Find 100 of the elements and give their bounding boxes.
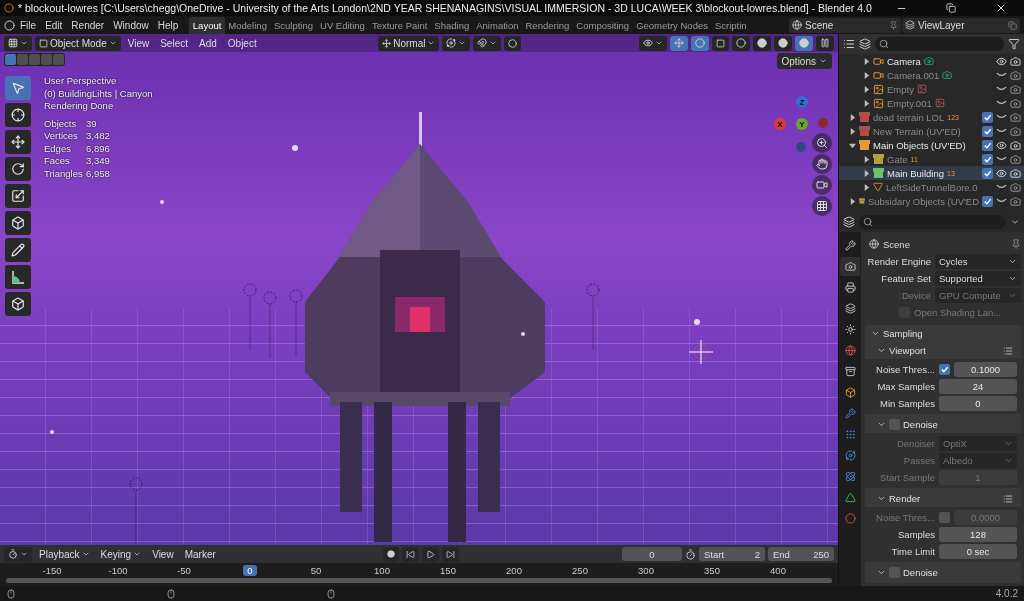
list-icon[interactable]: [1003, 493, 1013, 504]
menu-item[interactable]: Edit: [41, 17, 67, 33]
axis-handle[interactable]: Y: [796, 118, 808, 130]
checkbox[interactable]: [939, 364, 950, 375]
properties-tab[interactable]: [840, 257, 860, 276]
tool-button[interactable]: [5, 238, 31, 262]
proportional-edit-button[interactable]: [504, 35, 522, 51]
caret-icon[interactable]: [1010, 217, 1020, 227]
subpanel-title[interactable]: Denoise: [903, 567, 1013, 578]
workspace-tab[interactable]: Rendering: [522, 17, 573, 34]
eye-icon[interactable]: [996, 167, 1007, 179]
closed-eye-icon[interactable]: [996, 184, 1007, 190]
pan-button[interactable]: [812, 154, 832, 174]
checkbox[interactable]: [889, 419, 900, 430]
mode-dropdown[interactable]: Object Mode: [35, 35, 121, 51]
gizmo-button[interactable]: [670, 35, 688, 51]
jump-start-button[interactable]: [401, 546, 419, 562]
menu-item[interactable]: File: [16, 17, 41, 33]
workspace-tab[interactable]: Animation: [472, 17, 522, 34]
outliner-row[interactable]: LeftSideTunnelBore.0: [839, 180, 1024, 194]
closed-eye-icon[interactable]: [996, 128, 1007, 134]
shading-mode-button[interactable]: [753, 35, 771, 51]
render-camera-icon[interactable]: [1010, 195, 1021, 207]
workspace-tab[interactable]: UV Editing: [316, 17, 369, 34]
render-camera-icon[interactable]: [1010, 69, 1021, 81]
tool-button[interactable]: [5, 157, 31, 181]
menu-item[interactable]: Help: [153, 17, 183, 33]
exclude-checkbox[interactable]: [982, 111, 993, 123]
search-field[interactable]: [875, 37, 1004, 51]
timeline-menu-item[interactable]: Keying: [96, 546, 146, 562]
eye-icon[interactable]: [996, 55, 1007, 67]
menu-item[interactable]: Render: [67, 17, 109, 33]
outliner-row[interactable]: Camera: [839, 54, 1024, 68]
shading-mode-button[interactable]: [795, 35, 813, 51]
subpanel-title[interactable]: Viewport: [889, 345, 1000, 356]
editor-type-button[interactable]: [4, 35, 32, 51]
timeline-menu-item[interactable]: Marker: [180, 546, 220, 562]
closed-eye-icon[interactable]: [996, 198, 1007, 204]
chevron-down-icon[interactable]: [877, 494, 886, 503]
visibility-button[interactable]: [639, 35, 667, 51]
closed-eye-icon[interactable]: [996, 156, 1007, 162]
snap-button[interactable]: [473, 35, 502, 51]
tool-button[interactable]: [5, 103, 31, 127]
jump-end-button[interactable]: [441, 546, 459, 562]
zoom-button[interactable]: [812, 133, 832, 153]
workspace-tab[interactable]: Modeling: [224, 17, 271, 34]
number-field[interactable]: 24: [939, 379, 1017, 394]
eye-icon[interactable]: [996, 139, 1007, 151]
playhead-badge[interactable]: 0: [243, 564, 257, 576]
closed-eye-icon[interactable]: [996, 86, 1007, 92]
tool-button[interactable]: [5, 292, 31, 316]
shading-mode-button[interactable]: [732, 35, 750, 51]
editor-type-button[interactable]: [4, 546, 32, 562]
workspace-tab[interactable]: Shading: [430, 17, 473, 34]
filter-icon[interactable]: [1008, 38, 1020, 50]
outliner-row[interactable]: Camera.001: [839, 68, 1024, 82]
timeline-menu-item[interactable]: Playback: [35, 546, 94, 562]
axis-handle[interactable]: Z: [796, 96, 808, 108]
view-layer-field[interactable]: ViewLayer: [902, 17, 1020, 33]
search-field[interactable]: [859, 215, 1006, 229]
pin-icon[interactable]: [1011, 239, 1021, 249]
dropdown-field[interactable]: Supported: [935, 271, 1021, 286]
outliner-row[interactable]: Empty: [839, 82, 1024, 96]
grid-view-button[interactable]: [812, 196, 832, 216]
viewport-menu-item[interactable]: Select: [156, 35, 192, 51]
outliner-row[interactable]: Main Objects (UV'ED): [839, 138, 1024, 152]
pause-render-button[interactable]: [816, 35, 834, 51]
app-logo-icon[interactable]: [4, 19, 15, 31]
editor-type-icon[interactable]: [843, 216, 855, 228]
layers-icon[interactable]: [859, 38, 871, 50]
workspace-tab[interactable]: Geometry Nodes: [632, 17, 712, 34]
panel-title[interactable]: Sampling: [883, 328, 1013, 339]
overlays-button[interactable]: [691, 35, 709, 51]
workspace-tab[interactable]: Compositing: [572, 17, 633, 34]
number-field[interactable]: 0 sec: [939, 544, 1017, 559]
display-mode-icon[interactable]: [843, 38, 855, 50]
orientation-dropdown[interactable]: Normal: [378, 35, 440, 51]
number-field[interactable]: 128: [939, 527, 1017, 542]
tool-button[interactable]: [5, 184, 31, 208]
negative-axis-dot[interactable]: [796, 142, 806, 152]
viewport-menu-item[interactable]: Add: [195, 35, 221, 51]
list-icon[interactable]: [1003, 345, 1013, 356]
exclude-checkbox[interactable]: [982, 167, 993, 179]
menu-item[interactable]: Window: [109, 17, 153, 33]
axis-handle[interactable]: X: [774, 118, 786, 130]
render-camera-icon[interactable]: [1010, 111, 1021, 123]
timeline-scrollbar[interactable]: [6, 578, 832, 583]
render-camera-icon[interactable]: [1010, 153, 1021, 165]
subpanel-title[interactable]: Render: [889, 493, 1000, 504]
outliner-row[interactable]: Empty.001: [839, 96, 1024, 110]
viewport-menu-item[interactable]: Object: [223, 35, 261, 51]
render-camera-icon[interactable]: [1010, 83, 1021, 95]
render-camera-icon[interactable]: [1010, 125, 1021, 137]
pivot-button[interactable]: [442, 35, 471, 51]
tool-button[interactable]: [5, 265, 31, 289]
play-button[interactable]: [421, 546, 439, 562]
workspace-tab[interactable]: Texture Paint: [368, 17, 431, 34]
timeline-menu-item[interactable]: View: [148, 546, 178, 562]
exclude-checkbox[interactable]: [982, 139, 993, 151]
workspace-tab[interactable]: Scriptin: [711, 17, 751, 34]
